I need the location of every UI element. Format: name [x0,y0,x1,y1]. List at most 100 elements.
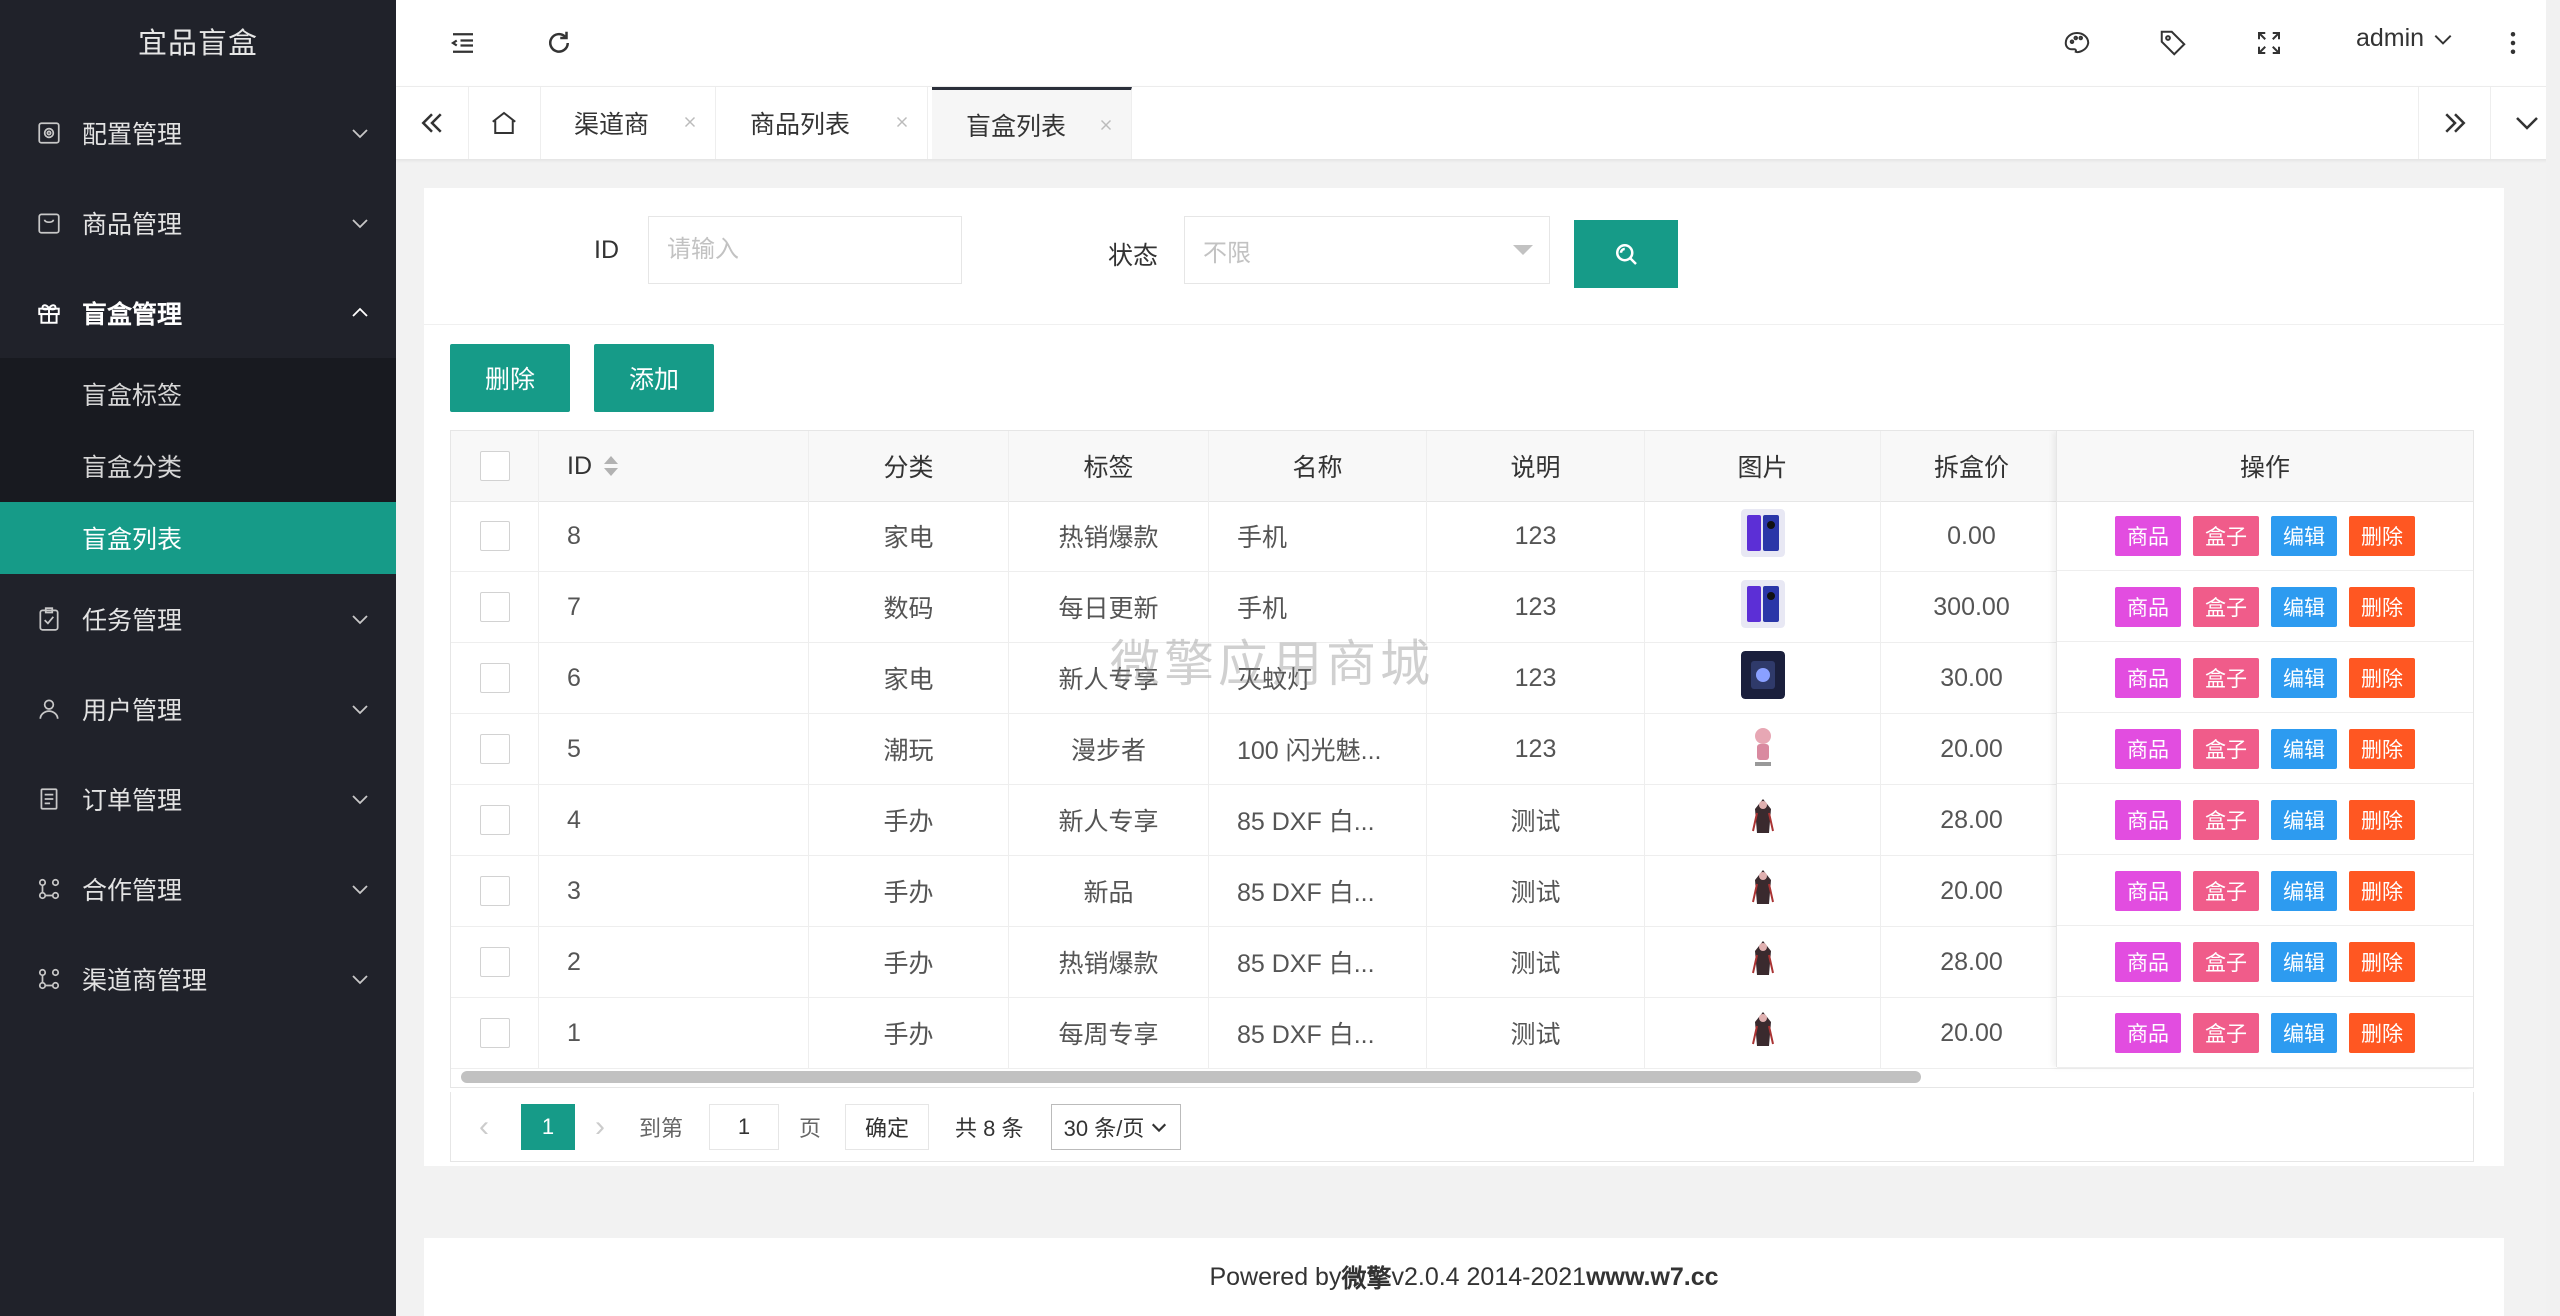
box-button[interactable]: 盒子 [2193,799,2259,840]
tab-goods-list[interactable]: 商品列表 [716,87,928,159]
close-icon[interactable] [681,113,699,131]
goods-button[interactable]: 商品 [2115,515,2181,556]
sidebar-item-blindbox-list[interactable]: 盲盒列表 [0,502,396,574]
goods-button[interactable]: 商品 [2115,728,2181,769]
edit-button[interactable]: 编辑 [2271,870,2337,911]
product-thumbnail[interactable] [1740,792,1785,848]
delete-button[interactable]: 删除 [450,344,570,412]
row-checkbox[interactable] [479,663,510,693]
box-button[interactable]: 盒子 [2193,586,2259,627]
select-all-checkbox[interactable] [479,451,510,481]
row-checkbox[interactable] [479,521,510,551]
product-thumbnail[interactable] [1740,508,1785,564]
home-icon[interactable] [468,87,541,159]
delete-row-button[interactable]: 删除 [2349,657,2415,698]
product-thumbnail[interactable] [1740,721,1785,777]
menu-orders[interactable]: 订单管理 [0,754,396,844]
menu-channels[interactable]: 渠道商管理 [0,934,396,1024]
edit-button[interactable]: 编辑 [2271,1012,2337,1053]
box-button[interactable]: 盒子 [2193,515,2259,556]
row-checkbox[interactable] [479,592,510,622]
cell-price: 20.00 [1881,856,2063,926]
menu-goods[interactable]: 商品管理 [0,178,396,268]
palette-icon[interactable] [2060,26,2094,60]
row-checkbox[interactable] [479,805,510,835]
sidebar: 宜品盲盒 配置管理 商品管理 盲盒管理 盲盒标签 盲盒分类 盲盒列表 任务管理 [0,0,396,1316]
goods-button[interactable]: 商品 [2115,799,2181,840]
sort-icon[interactable] [604,456,618,476]
goods-button[interactable]: 商品 [2115,1012,2181,1053]
sidebar-item-blindbox-tags[interactable]: 盲盒标签 [0,358,396,430]
row-checkbox[interactable] [479,947,510,977]
col-id[interactable]: ID [539,431,809,501]
product-thumbnail[interactable] [1740,579,1785,635]
goods-button[interactable]: 商品 [2115,870,2181,911]
user-menu[interactable]: admin [2356,24,2454,53]
goto-page-input[interactable]: 1 [709,1104,779,1150]
goods-button[interactable]: 商品 [2115,586,2181,627]
page-1-button[interactable]: 1 [521,1104,575,1150]
box-button[interactable]: 盒子 [2193,870,2259,911]
next-page-icon[interactable]: › [585,1104,615,1150]
product-thumbnail[interactable] [1740,863,1785,919]
goods-button[interactable]: 商品 [2115,941,2181,982]
close-icon[interactable] [1097,116,1115,134]
menu-cooperation[interactable]: 合作管理 [0,844,396,934]
product-thumbnail[interactable] [1740,934,1785,990]
goto-confirm-button[interactable]: 确定 [845,1104,929,1150]
caret-down-icon [1513,245,1533,255]
refresh-icon[interactable] [542,26,576,60]
goods-button[interactable]: 商品 [2115,657,2181,698]
id-search-input[interactable] [648,216,962,284]
edit-button[interactable]: 编辑 [2271,799,2337,840]
cell-name: 85 DXF 白... [1209,998,1427,1068]
row-checkbox[interactable] [479,1018,510,1048]
box-button[interactable]: 盒子 [2193,941,2259,982]
row-checkbox[interactable] [479,734,510,764]
delete-row-button[interactable]: 删除 [2349,586,2415,627]
page-size-select[interactable]: 30 条/页 [1051,1104,1181,1150]
row-checkbox[interactable] [479,876,510,906]
edit-button[interactable]: 编辑 [2271,586,2337,627]
horizontal-scrollbar[interactable] [461,1071,1921,1083]
tab-blindbox-list[interactable]: 盲盒列表 [932,87,1132,159]
edit-button[interactable]: 编辑 [2271,728,2337,769]
prev-page-icon[interactable]: ‹ [469,1104,499,1150]
edit-button[interactable]: 编辑 [2271,657,2337,698]
box-button[interactable]: 盒子 [2193,728,2259,769]
delete-row-button[interactable]: 删除 [2349,941,2415,982]
more-vertical-icon[interactable] [2496,26,2530,60]
search-button[interactable] [1574,220,1678,288]
cell-id: 5 [539,714,809,784]
tabs-scroll-right-icon[interactable] [2418,87,2491,159]
box-button[interactable]: 盒子 [2193,657,2259,698]
delete-row-button[interactable]: 删除 [2349,870,2415,911]
vertical-scrollbar[interactable] [2546,0,2560,1316]
chevron-down-icon [352,615,368,625]
tag-icon[interactable] [2156,26,2190,60]
menu-tasks[interactable]: 任务管理 [0,574,396,664]
box-button[interactable]: 盒子 [2193,1012,2259,1053]
footer-site-link[interactable]: www.w7.cc [1586,1263,1718,1292]
fullscreen-icon[interactable] [2252,26,2286,60]
menu-collapse-icon[interactable] [446,26,480,60]
delete-row-button[interactable]: 删除 [2349,515,2415,556]
tabs-scroll-left-icon[interactable] [396,87,469,159]
menu-users[interactable]: 用户管理 [0,664,396,754]
delete-row-button[interactable]: 删除 [2349,728,2415,769]
add-button[interactable]: 添加 [594,344,714,412]
close-icon[interactable] [893,113,911,131]
status-select[interactable]: 不限 [1184,216,1550,284]
edit-button[interactable]: 编辑 [2271,515,2337,556]
edit-button[interactable]: 编辑 [2271,941,2337,982]
footer-brand[interactable]: 微擎 [1341,1259,1391,1295]
delete-row-button[interactable]: 删除 [2349,1012,2415,1053]
tab-channels[interactable]: 渠道商 [540,87,716,159]
chevron-down-icon [1152,1123,1167,1133]
product-thumbnail[interactable] [1740,1005,1785,1061]
menu-blindbox[interactable]: 盲盒管理 [0,268,396,358]
delete-row-button[interactable]: 删除 [2349,799,2415,840]
menu-config[interactable]: 配置管理 [0,88,396,178]
product-thumbnail[interactable] [1740,650,1785,706]
sidebar-item-blindbox-categories[interactable]: 盲盒分类 [0,430,396,502]
